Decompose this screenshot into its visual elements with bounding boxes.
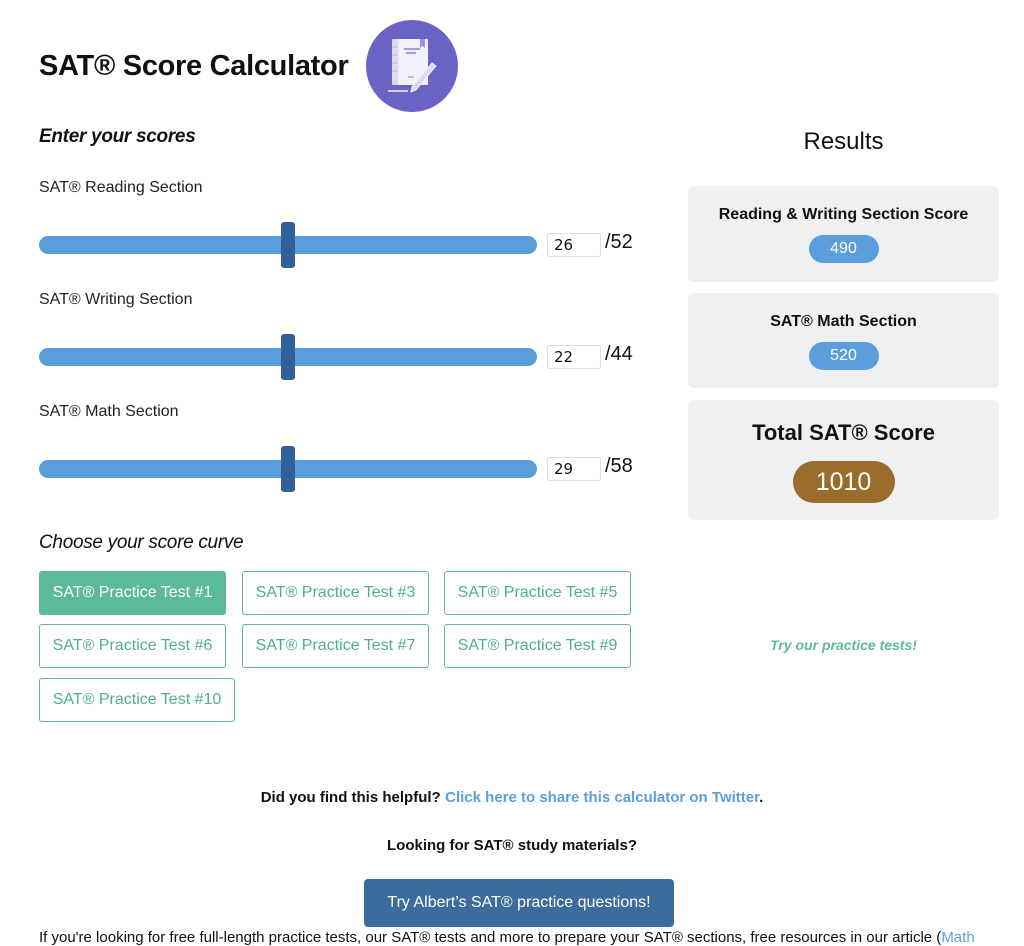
header: SAT® Score Calculator: [39, 20, 459, 112]
results-panel: Results Reading & Writing Section Score …: [688, 126, 999, 653]
writing-score-input[interactable]: [547, 345, 601, 369]
math-section-label: SAT® Math Section: [39, 403, 179, 420]
curve-option-test-5[interactable]: SAT® Practice Test #5: [444, 571, 631, 615]
curve-option-test-1[interactable]: SAT® Practice Test #1: [39, 571, 226, 615]
writing-slider-thumb[interactable]: [281, 334, 295, 380]
reading-section-control: SAT® Reading Section /52: [39, 179, 649, 268]
practice-tests-link[interactable]: Try our practice tests!: [688, 637, 999, 653]
curve-option-test-10[interactable]: SAT® Practice Test #10: [39, 678, 235, 722]
study-materials-text: Looking for SAT® study materials?: [387, 837, 637, 854]
math-score-label: SAT® Math Section: [770, 313, 917, 330]
reading-section-label: SAT® Reading Section: [39, 179, 203, 196]
writing-max-label: /44: [605, 343, 633, 365]
reading-writing-score-badge: 490: [808, 235, 879, 263]
total-score-label: Total SAT® Score: [752, 420, 935, 445]
writing-section-label: SAT® Writing Section: [39, 291, 193, 308]
total-score-card: Total SAT® Score 1010: [688, 400, 999, 520]
writing-slider-track[interactable]: [39, 334, 537, 380]
twitter-share-link[interactable]: Click here to share this calculator on T…: [445, 789, 759, 806]
total-score-badge: 1010: [792, 461, 895, 503]
curve-option-test-9[interactable]: SAT® Practice Test #9: [444, 624, 631, 668]
math-score-badge: 520: [808, 342, 879, 370]
score-curve-heading: Choose your score curve: [39, 532, 244, 553]
math-score-input[interactable]: [547, 457, 601, 481]
enter-scores-heading: Enter your scores: [39, 126, 196, 147]
reading-max-label: /52: [605, 231, 633, 253]
clipped-paragraph-text: If you're looking for free full-length p…: [39, 929, 942, 946]
practice-questions-button[interactable]: Try Albert’s SAT® practice questions!: [364, 879, 674, 927]
math-score-card: SAT® Math Section 520: [688, 293, 999, 388]
curve-option-test-7[interactable]: SAT® Practice Test #7: [242, 624, 429, 668]
clipped-paragraph: If you're looking for free full-length p…: [39, 929, 975, 946]
math-slider-track[interactable]: [39, 446, 537, 492]
page-title: SAT® Score Calculator: [39, 49, 349, 82]
curve-option-test-6[interactable]: SAT® Practice Test #6: [39, 624, 226, 668]
results-title: Results: [803, 128, 884, 155]
share-period: .: [759, 789, 764, 806]
study-materials-prompt: Looking for SAT® study materials?: [0, 837, 1024, 855]
math-max-label: /58: [605, 455, 633, 477]
writing-section-control: SAT® Writing Section /44: [39, 291, 649, 380]
reading-slider-track[interactable]: [39, 222, 537, 268]
reading-score-input[interactable]: [547, 233, 601, 257]
score-entry-panel: Enter your scores SAT® Reading Section /…: [39, 126, 649, 722]
reading-writing-score-card: Reading & Writing Section Score 490: [688, 186, 999, 282]
curve-option-test-3[interactable]: SAT® Practice Test #3: [242, 571, 429, 615]
math-slider-thumb[interactable]: [281, 446, 295, 492]
clipped-paragraph-link[interactable]: Math: [941, 929, 974, 946]
share-prompt: Did you find this helpful? Click here to…: [0, 789, 1024, 807]
notebook-pencil-icon: [366, 20, 459, 112]
math-section-control: SAT® Math Section /58: [39, 403, 649, 492]
reading-slider-thumb[interactable]: [281, 222, 295, 268]
helpful-question: Did you find this helpful?: [260, 789, 441, 806]
reading-writing-score-label: Reading & Writing Section Score: [718, 206, 969, 223]
